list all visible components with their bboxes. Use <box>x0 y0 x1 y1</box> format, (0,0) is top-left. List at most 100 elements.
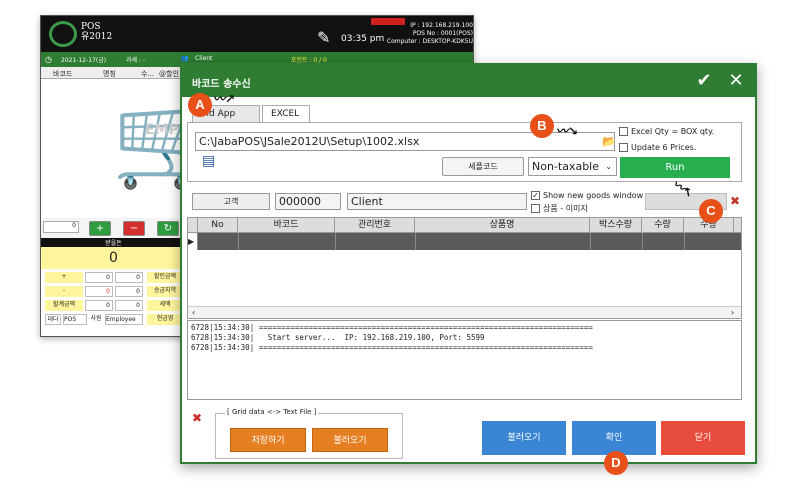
col-mgmt-no: 관리번호 <box>335 218 415 233</box>
load-button[interactable]: 불러오기 <box>482 421 566 455</box>
row-value: 0 <box>85 286 113 297</box>
confirm-button[interactable]: 확인 <box>572 421 656 455</box>
vertical-scrollbar[interactable] <box>736 321 741 399</box>
row-sign: 대다 <box>45 314 61 325</box>
col-qty: 수량 <box>642 218 684 233</box>
logo-line2: 유2012 <box>81 32 113 42</box>
grid-header: No 바코드 관리번호 상품명 박스수량 수량 수량 <box>188 218 741 233</box>
pos-logo-text: POS 유2012 <box>81 22 112 42</box>
tax-text: 과세 : - <box>126 57 146 64</box>
checkbox-label: 상품 - 이미지 <box>543 204 588 213</box>
close-icon[interactable]: ✕ <box>725 70 747 92</box>
checkbox-box[interactable] <box>619 127 628 136</box>
grid-sep <box>642 233 643 250</box>
grid-sep <box>415 233 416 250</box>
close-button[interactable]: 닫기 <box>661 421 745 455</box>
pos-no-text: POS No : 0001(POS) <box>412 30 473 37</box>
excel-qty-checkbox[interactable]: Excel Qty = BOX qty. <box>619 127 714 137</box>
totals-row: 할계금액 0 0 세액 <box>45 299 186 312</box>
connection-info: IP : 192.168.219.100 POS No : 0001(POS) … <box>381 22 473 46</box>
annotation-marker-c: C <box>699 199 723 223</box>
log-line: 6728|15:34:30| =========================… <box>191 343 593 352</box>
col-box-qty: 박스수량 <box>590 218 642 233</box>
remove-icon[interactable]: − <box>123 221 145 236</box>
grid-sep <box>590 233 591 250</box>
grid-sep <box>335 233 336 250</box>
delete-icon[interactable]: ✖ <box>192 411 202 425</box>
refresh-icon[interactable]: ↻ <box>157 221 179 236</box>
scroll-right-icon[interactable]: › <box>731 308 734 317</box>
checkbox-box[interactable] <box>531 204 540 213</box>
horizontal-scrollbar[interactable]: ‹ › <box>188 306 741 318</box>
row-value: 0 <box>115 286 143 297</box>
tax-select[interactable]: Non-taxable ⌄ <box>528 157 617 176</box>
dialog-title-bar: 바코드 송수신 ✔ ✕ <box>182 65 755 97</box>
row-value: POS <box>63 314 87 325</box>
row-value: 0 <box>85 300 113 311</box>
goods-image-checkbox[interactable]: 상품 - 이미지 <box>531 204 588 214</box>
scribble-arrow-icon: 〰↗ <box>213 92 236 106</box>
barcode-transfer-dialog: 바코드 송수신 ✔ ✕ oid App EXCEL C:\JabaPOS\JSa… <box>180 63 757 464</box>
show-new-goods-checkbox[interactable]: ✓ Show new goods window <box>531 191 643 201</box>
file-path-field[interactable]: C:\JabaPOS\JSale2012U\Setup\1002.xlsx <box>195 132 615 151</box>
clear-icon[interactable]: ✖ <box>730 195 740 207</box>
goods-grid: No 바코드 관리번호 상품명 박스수량 수량 수량 ▶ ‹ › <box>187 217 742 319</box>
checkbox-box[interactable]: ✓ <box>531 191 540 200</box>
qty-field[interactable]: 0 <box>43 221 79 233</box>
row-indicator-icon: ▶ <box>188 233 198 250</box>
row-value: 0 <box>115 272 143 283</box>
date-text: 2021-12-17(금) <box>61 57 107 64</box>
add-icon[interactable]: + <box>89 221 111 236</box>
col-barcode: 바코드 <box>53 70 73 78</box>
annotation-marker-a: A <box>188 93 212 117</box>
col-disc: @할인 <box>159 70 179 78</box>
table-row[interactable]: ▶ <box>188 233 741 250</box>
row-sign: 할계금액 <box>45 300 83 311</box>
amount-label: 받을돈 <box>41 238 186 247</box>
col-product-name: 상품명 <box>415 218 590 233</box>
row-value: 0 <box>85 272 113 283</box>
tab-label: EXCEL <box>271 109 300 119</box>
empty-watermark: EMP <box>145 122 179 138</box>
scribble-arrow-icon: 〰↘ <box>556 124 579 138</box>
row-label: 할인금액 <box>147 272 183 283</box>
logo-line1: POS <box>81 22 101 32</box>
computer-text: Computer : DESKTOP-KDK5U <box>386 38 473 45</box>
row-value: 0 <box>115 300 143 311</box>
folder-open-icon[interactable]: 📂 <box>602 135 616 148</box>
amount-display: 0 <box>41 247 186 269</box>
scroll-left-icon[interactable]: ‹ <box>192 308 195 317</box>
totals-row: + 0 0 할인금액 <box>45 271 186 284</box>
grid-corner <box>188 218 198 233</box>
tab-excel[interactable]: EXCEL <box>262 105 310 123</box>
pen-icon[interactable]: ✎ <box>317 28 330 47</box>
sample-code-button[interactable]: 세플코드 <box>442 157 524 176</box>
ip-text: IP : 192.168.219.100 <box>410 22 473 29</box>
col-name: 명칭 <box>103 70 116 78</box>
pos-logo-icon <box>49 21 77 47</box>
run-button[interactable]: Run <box>620 157 730 178</box>
row-sign: + <box>45 272 83 283</box>
checkbox-box[interactable] <box>619 143 628 152</box>
save-file-button[interactable]: 저장하기 <box>230 428 306 452</box>
row-label: 현금영 <box>147 314 183 325</box>
customer-button[interactable]: 고객 <box>192 193 270 210</box>
load-file-button[interactable]: 불러오기 <box>312 428 388 452</box>
annotation-marker-d: D <box>604 451 628 475</box>
log-line: 6728|15:34:30| Start server... IP: 192.1… <box>191 333 485 342</box>
excel-file-icon[interactable]: ▤ <box>202 153 215 169</box>
tax-select-value: Non-taxable <box>532 160 600 173</box>
row-label: 세액 <box>147 300 183 311</box>
customer-name-field[interactable]: Client <box>347 193 527 210</box>
update-prices-checkbox[interactable]: Update 6 Prices. <box>619 143 696 153</box>
chevron-down-icon: ⌄ <box>605 162 612 171</box>
grid-sep <box>684 233 685 250</box>
clock: 03:35 pm <box>341 34 385 44</box>
check-icon[interactable]: ✔ <box>693 70 715 92</box>
totals-row: - 0 0 승금지역 <box>45 285 186 298</box>
employee-field: Employee <box>105 314 143 325</box>
customer-code-field[interactable]: 000000 <box>275 193 341 210</box>
checkbox-label: Show new goods window <box>543 191 644 200</box>
clock-icon: ◷ <box>45 55 52 64</box>
col-barcode: 바코드 <box>238 218 335 233</box>
